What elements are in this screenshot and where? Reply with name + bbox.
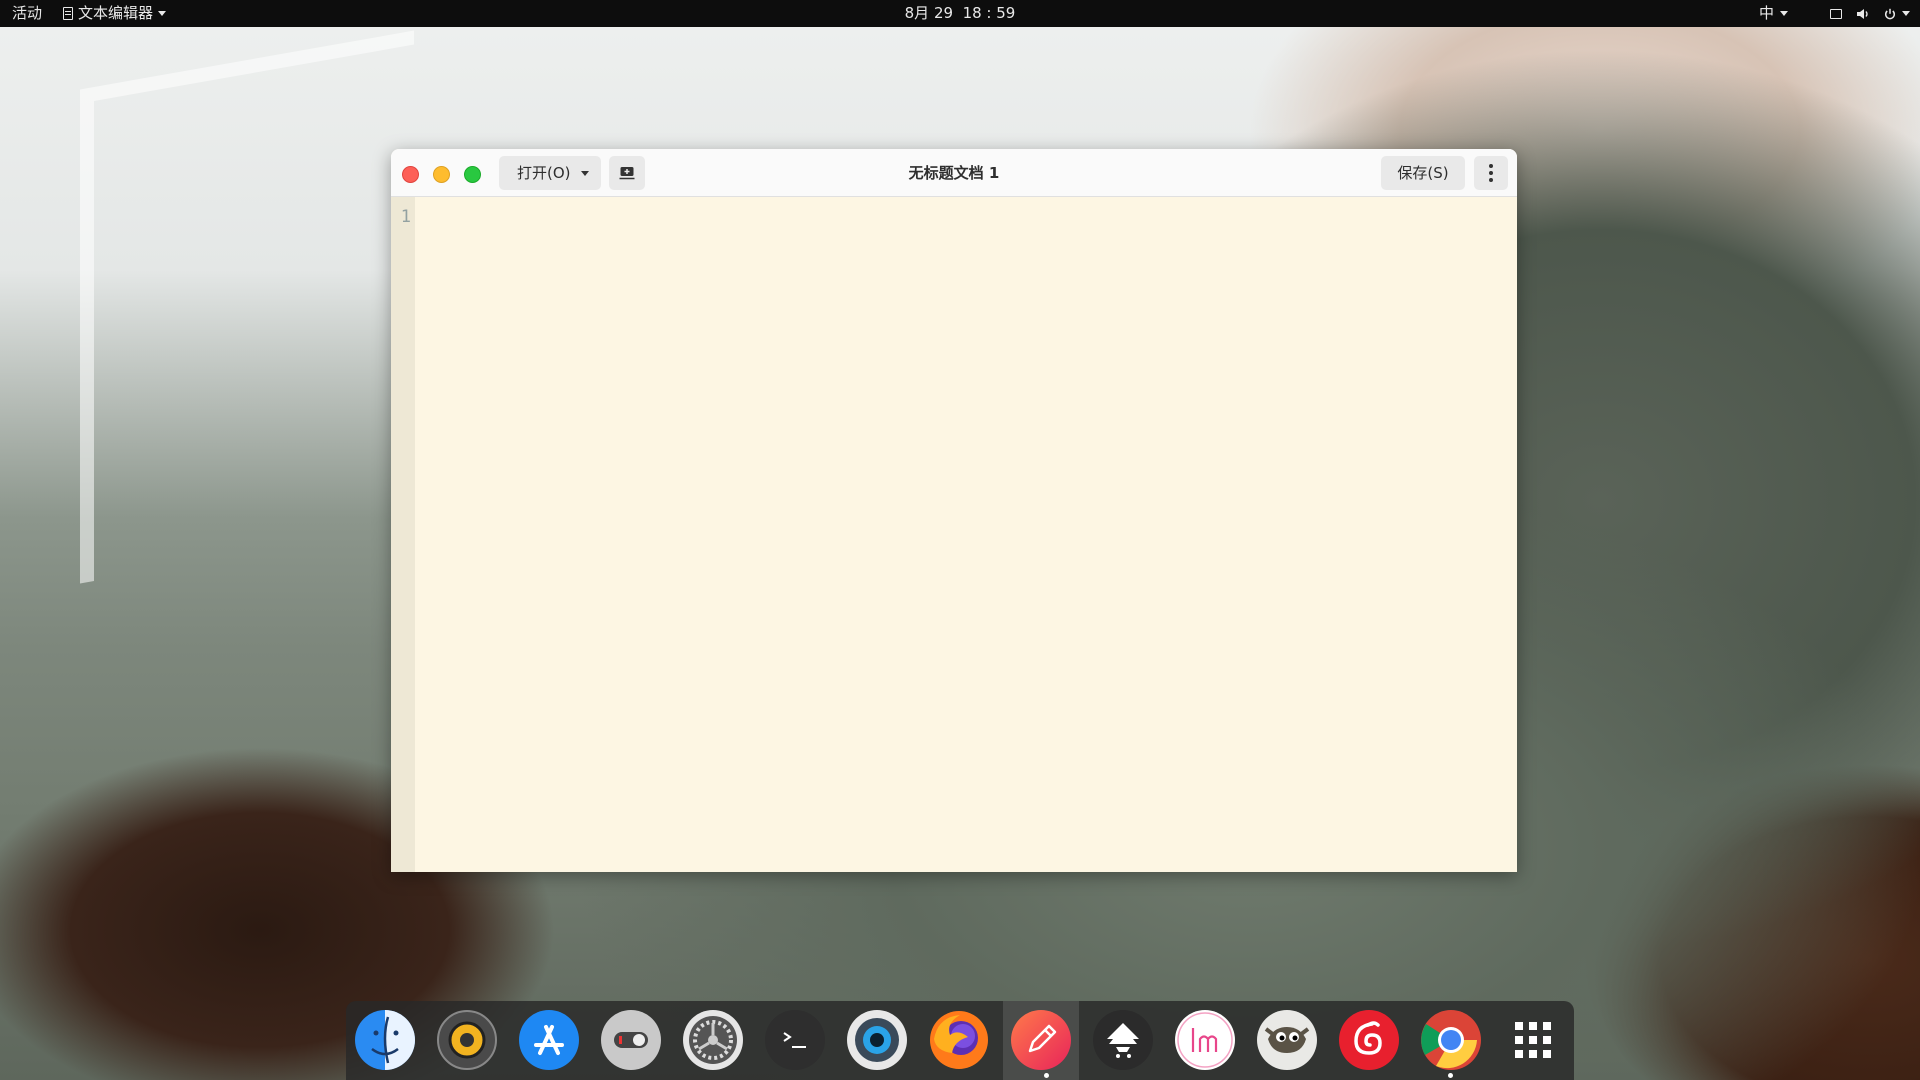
running-indicator <box>1448 1073 1453 1078</box>
line-number: 1 <box>400 207 411 227</box>
gimp-icon[interactable] <box>1256 1009 1318 1071</box>
input-method-label: 中 <box>1758 4 1774 22</box>
firefox-icon[interactable] <box>928 1009 990 1071</box>
clock-area: 8月 29 18 : 59 <box>0 0 1920 27</box>
netease-music-icon[interactable] <box>1338 1009 1400 1071</box>
clock[interactable]: 8月 29 18 : 59 <box>905 4 1016 22</box>
minimize-button[interactable] <box>433 166 450 183</box>
chrome-icon[interactable] <box>1420 1009 1482 1071</box>
chevron-down-icon <box>580 170 589 176</box>
top-bar: 活动 文本编辑器 8月 29 18 : 59 中 <box>0 0 1920 27</box>
close-button[interactable] <box>402 166 419 183</box>
screen-icon[interactable] <box>1830 8 1842 19</box>
music-player-icon[interactable] <box>436 1009 498 1071</box>
new-tab-button[interactable] <box>609 156 645 190</box>
text-editor-window: 打开(O) 无标题文档 1 保存(S) 1 <box>391 149 1517 872</box>
running-indicator <box>1044 1073 1049 1078</box>
main-menu-button[interactable] <box>1474 156 1508 190</box>
input-method-menu[interactable]: 中 <box>1759 0 1788 27</box>
text-editor-icon[interactable] <box>1010 1009 1072 1071</box>
save-button[interactable]: 保存(S) <box>1381 156 1465 190</box>
power-icon <box>1884 8 1896 19</box>
power-menu[interactable] <box>1884 8 1910 20</box>
menu-dot-icon <box>1489 171 1493 175</box>
terminal-icon[interactable] <box>764 1009 826 1071</box>
finder-icon[interactable] <box>354 1009 416 1071</box>
system-tray: 中 <box>1759 0 1910 27</box>
document-icon <box>63 7 73 20</box>
inkscape-icon[interactable] <box>1092 1009 1154 1071</box>
open-button[interactable]: 打开(O) <box>499 156 601 190</box>
app-grid-icon[interactable] <box>1502 1009 1564 1071</box>
chevron-down-icon <box>1780 11 1788 16</box>
lm-icon[interactable] <box>1174 1009 1236 1071</box>
maximize-button[interactable] <box>464 166 481 183</box>
menu-dot-icon <box>1489 164 1493 168</box>
app-menu[interactable]: 文本编辑器 <box>63 0 167 27</box>
wall-molding <box>80 30 414 584</box>
chevron-down-icon <box>1902 11 1910 16</box>
line-number-gutter: 1 <box>391 197 415 872</box>
menu-dot-icon <box>1489 178 1493 182</box>
open-button-label: 打开(O) <box>517 164 571 182</box>
dock <box>346 1001 1574 1080</box>
header-bar: 打开(O) 无标题文档 1 保存(S) <box>391 149 1517 197</box>
new-tab-icon <box>619 167 635 180</box>
app-store-icon[interactable] <box>518 1009 580 1071</box>
chevron-down-icon <box>158 11 167 16</box>
system-settings-icon[interactable] <box>682 1009 744 1071</box>
text-editing-area[interactable] <box>415 197 1517 872</box>
screenshot-icon[interactable] <box>846 1009 908 1071</box>
volume-icon[interactable] <box>1856 8 1870 20</box>
activities-button[interactable]: 活动 <box>12 0 42 27</box>
app-menu-label: 文本编辑器 <box>78 4 154 22</box>
toggle-settings-icon[interactable] <box>600 1009 662 1071</box>
